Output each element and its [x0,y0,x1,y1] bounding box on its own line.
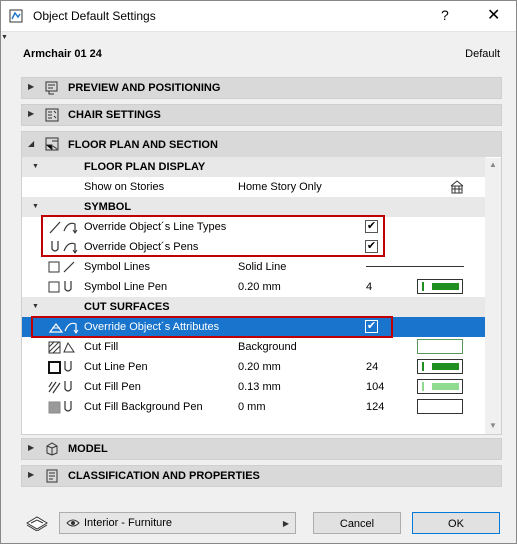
pen-marker [422,282,424,291]
row-label: Cut Line Pen [84,361,148,373]
row-cut-fill[interactable]: Cut Fill Background [22,337,486,357]
view-dropdown-value: Interior - Furniture [84,517,173,529]
pen-number[interactable]: 4 [366,281,372,293]
row-label: Cut Fill Pen [84,381,141,393]
object-name: Armchair 01 24 [23,48,102,60]
expand-arrow-icon: ▶ [28,470,35,479]
row-value: 0.20 mm [238,281,281,293]
pen-fill [432,363,459,370]
highlight-box-symbol-overrides [41,215,385,257]
highlight-box-attributes-override [31,316,393,338]
row-label: Cut Fill Background Pen [84,401,203,413]
pen-color-swatch[interactable] [417,379,463,394]
cut-line-pen-icon [48,361,72,374]
row-value[interactable]: Solid Line [238,261,286,273]
section-label: CHAIR SETTINGS [68,109,161,121]
row-value: 0 mm [238,401,266,413]
view-dropdown[interactable]: Interior - Furniture ▶ [59,512,296,534]
group-label: CUT SURFACES [84,301,170,313]
group-label: SYMBOL [84,201,132,213]
section-label: PREVIEW AND POSITIONING [68,82,221,94]
collapse-arrow-icon: ▼ [32,303,39,310]
group-cut-surfaces[interactable]: ▼ CUT SURFACES [22,297,486,317]
help-button[interactable]: ? [441,7,449,23]
panel-scrollbar[interactable]: ▲ ▼ [485,158,501,434]
title-bar: Object Default Settings ? ✕ [1,1,516,32]
row-cut-line-pen[interactable]: Cut Line Pen 0.20 mm 24 [22,357,486,377]
cancel-button[interactable]: Cancel [313,512,401,534]
row-value: 0.20 mm [238,361,281,373]
preview-positioning-icon [45,81,58,95]
pen-fill [432,383,459,390]
floor-plan-icon [45,137,59,151]
symbol-lines-icon [48,261,75,273]
row-value: 0.13 mm [238,381,281,393]
group-floor-plan-display[interactable]: ▼ FLOOR PLAN DISPLAY [22,157,486,177]
ok-button[interactable]: OK [412,512,500,534]
pen-marker [422,362,424,371]
floor-plan-panel: ▼ FLOOR PLAN DISPLAY Show on Stories Hom… [21,157,502,435]
collapse-arrow-icon: ◢ [28,139,35,148]
eye-icon [66,519,80,527]
row-cut-fill-pen[interactable]: Cut Fill Pen 0.13 mm 104 [22,377,486,397]
cut-fill-preview[interactable] [417,339,463,354]
corner-arrow-icon[interactable]: ▼ [1,34,8,41]
classification-icon [46,469,58,483]
row-symbol-lines[interactable]: Symbol Lines Solid Line [22,257,486,277]
section-model[interactable]: ▶ MODEL [21,438,502,460]
pen-number[interactable]: 124 [366,401,384,413]
row-label: Show on Stories [84,181,165,193]
symbol-line-pen-icon [48,281,72,293]
dialog-window: Object Default Settings ? ✕ ▼ Armchair 0… [0,0,517,544]
line-type-preview[interactable] [366,266,464,267]
pen-number[interactable]: 104 [366,381,384,393]
scroll-up-icon[interactable]: ▲ [489,160,497,169]
dropdown-arrow-icon: ▶ [282,519,289,528]
cut-fill-pen-icon [48,381,72,394]
row-cut-fill-background-pen[interactable]: Cut Fill Background Pen 0 mm 124 [22,397,486,417]
pen-marker [422,382,424,391]
pen-fill [432,283,459,290]
model-icon [46,442,58,456]
section-label: MODEL [68,443,108,455]
expand-arrow-icon: ▶ [28,82,35,91]
section-label: CLASSIFICATION AND PROPERTIES [68,470,260,482]
stories-icon[interactable] [449,180,465,194]
section-classification[interactable]: ▶ CLASSIFICATION AND PROPERTIES [21,465,502,487]
section-preview-positioning[interactable]: ▶ PREVIEW AND POSITIONING [21,77,502,99]
expand-arrow-icon: ▶ [28,109,35,118]
row-label: Symbol Line Pen [84,281,168,293]
collapse-arrow-icon: ▼ [32,203,39,210]
row-label: Symbol Lines [84,261,151,273]
window-title: Object Default Settings [33,9,156,23]
scroll-down-icon[interactable]: ▼ [489,421,497,430]
cut-fill-background-pen-icon [48,401,72,414]
pen-color-swatch[interactable] [417,399,463,414]
chair-settings-icon [45,108,59,122]
close-button[interactable]: ✕ [487,5,500,25]
cut-fill-icon [48,341,75,354]
section-chair-settings[interactable]: ▶ CHAIR SETTINGS [21,104,502,126]
row-value[interactable]: Home Story Only [238,181,322,193]
pen-number[interactable]: 24 [366,361,378,373]
app-icon [9,9,23,23]
section-label: FLOOR PLAN AND SECTION [68,139,218,151]
default-label: Default [465,48,500,60]
group-symbol[interactable]: ▼ SYMBOL [22,197,486,217]
row-show-on-stories[interactable]: Show on Stories Home Story Only [22,177,486,197]
pen-color-swatch[interactable] [417,279,463,294]
section-floor-plan[interactable]: ◢ FLOOR PLAN AND SECTION [21,131,502,158]
row-label: Cut Fill [84,341,119,353]
favorites-icon[interactable] [25,513,49,531]
group-label: FLOOR PLAN DISPLAY [84,161,206,173]
expand-arrow-icon: ▶ [28,443,35,452]
collapse-arrow-icon: ▼ [32,163,39,170]
row-symbol-line-pen[interactable]: Symbol Line Pen 0.20 mm 4 [22,277,486,297]
pen-color-swatch[interactable] [417,359,463,374]
row-value[interactable]: Background [238,341,297,353]
